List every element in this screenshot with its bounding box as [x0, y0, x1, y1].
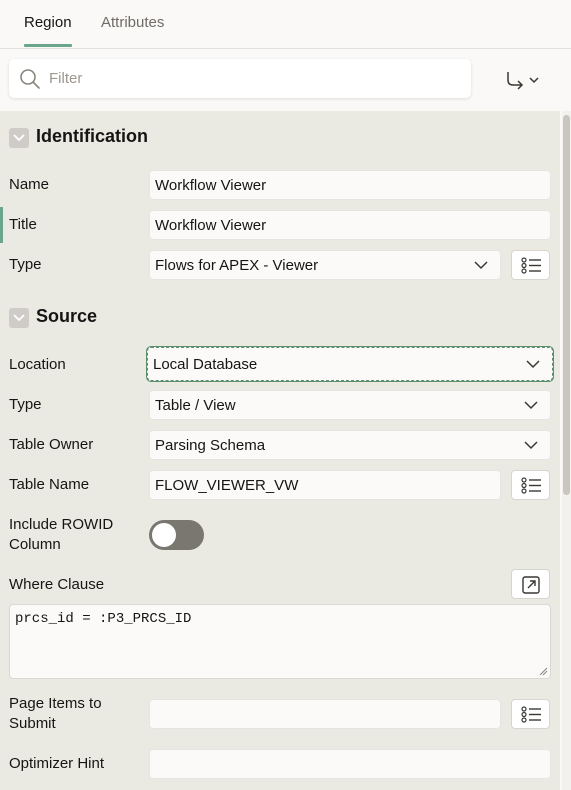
optimizer-hint-field[interactable] — [149, 749, 551, 779]
name-field[interactable]: Workflow Viewer — [149, 170, 551, 200]
where-clause-editor[interactable]: prcs_id = :P3_PRCS_ID — [9, 604, 551, 679]
title-value: Workflow Viewer — [155, 217, 267, 234]
expand-icon — [522, 576, 540, 594]
source-type-value: Table / View — [155, 397, 236, 414]
location-label: Location — [9, 356, 66, 373]
chevron-down-icon — [524, 401, 538, 410]
table-owner-select[interactable]: Parsing Schema — [149, 430, 551, 460]
source-type-select[interactable]: Table / View — [149, 390, 551, 420]
active-tab-indicator — [24, 44, 72, 47]
location-select[interactable]: Local Database — [147, 347, 553, 381]
region-type-select[interactable]: Flows for APEX - Viewer — [149, 250, 501, 280]
identification-collapse-toggle[interactable] — [9, 128, 29, 148]
chevron-down-icon — [524, 441, 538, 450]
source-section-title: Source — [36, 306, 98, 326]
include-rowid-toggle[interactable] — [149, 520, 204, 550]
filter-box — [9, 59, 471, 98]
search-icon — [20, 69, 40, 89]
go-to-group-icon — [507, 72, 539, 90]
name-value: Workflow Viewer — [155, 177, 267, 194]
where-clause-expand-button[interactable] — [511, 569, 550, 599]
chevron-down-icon — [13, 134, 25, 142]
identification-section-header[interactable]: Identification — [0, 118, 560, 158]
property-panel: Identification Name Workflow Viewer Titl… — [0, 111, 560, 790]
name-label: Name — [9, 176, 50, 193]
filter-input[interactable] — [49, 59, 459, 98]
table-name-list-button[interactable] — [511, 470, 550, 500]
changed-indicator — [0, 207, 3, 243]
panel-scrollbar[interactable] — [562, 111, 571, 790]
location-value: Local Database — [153, 356, 258, 373]
table-owner-label: Table Owner — [9, 436, 94, 453]
chevron-down-icon — [474, 261, 488, 270]
region-type-list-button[interactable] — [511, 250, 550, 280]
source-section-header[interactable]: Source — [0, 298, 560, 338]
list-icon — [521, 706, 541, 723]
page-items-field[interactable] — [149, 699, 501, 729]
source-type-label: Type — [9, 396, 42, 413]
resize-grip-icon[interactable] — [538, 666, 548, 676]
page-items-label-line1: Page Items to — [9, 695, 102, 712]
identification-section-title: Identification — [36, 126, 148, 146]
table-name-field[interactable]: FLOW_VIEWER_VW — [149, 470, 501, 500]
page-items-list-button[interactable] — [511, 699, 550, 729]
list-icon — [521, 477, 541, 494]
where-clause-label: Where Clause — [9, 576, 105, 593]
include-rowid-label-line2: Column — [9, 536, 61, 553]
where-clause-code: prcs_id = :P3_PRCS_ID — [15, 611, 192, 627]
region-type-label: Type — [9, 256, 42, 273]
table-name-value: FLOW_VIEWER_VW — [155, 477, 299, 494]
chevron-down-icon — [13, 314, 25, 322]
toggle-knob — [152, 523, 176, 547]
property-editor-toolbar — [0, 49, 571, 111]
chevron-down-icon — [526, 360, 540, 369]
scrollbar-thumb[interactable] — [563, 115, 570, 495]
property-editor-tabs: Region Attributes — [0, 0, 571, 49]
optimizer-hint-label: Optimizer Hint — [9, 755, 105, 772]
title-label: Title — [9, 216, 37, 233]
title-field[interactable]: Workflow Viewer — [149, 210, 551, 240]
table-name-label: Table Name — [9, 476, 90, 493]
go-to-group-button[interactable] — [500, 64, 548, 94]
region-type-value: Flows for APEX - Viewer — [155, 257, 319, 274]
tab-region[interactable]: Region — [24, 14, 72, 31]
page-items-label-line2: Submit — [9, 715, 56, 732]
tab-attributes[interactable]: Attributes — [101, 14, 164, 31]
table-owner-value: Parsing Schema — [155, 437, 266, 454]
source-collapse-toggle[interactable] — [9, 308, 29, 328]
list-icon — [521, 257, 541, 274]
include-rowid-label-line1: Include ROWID — [9, 516, 114, 533]
